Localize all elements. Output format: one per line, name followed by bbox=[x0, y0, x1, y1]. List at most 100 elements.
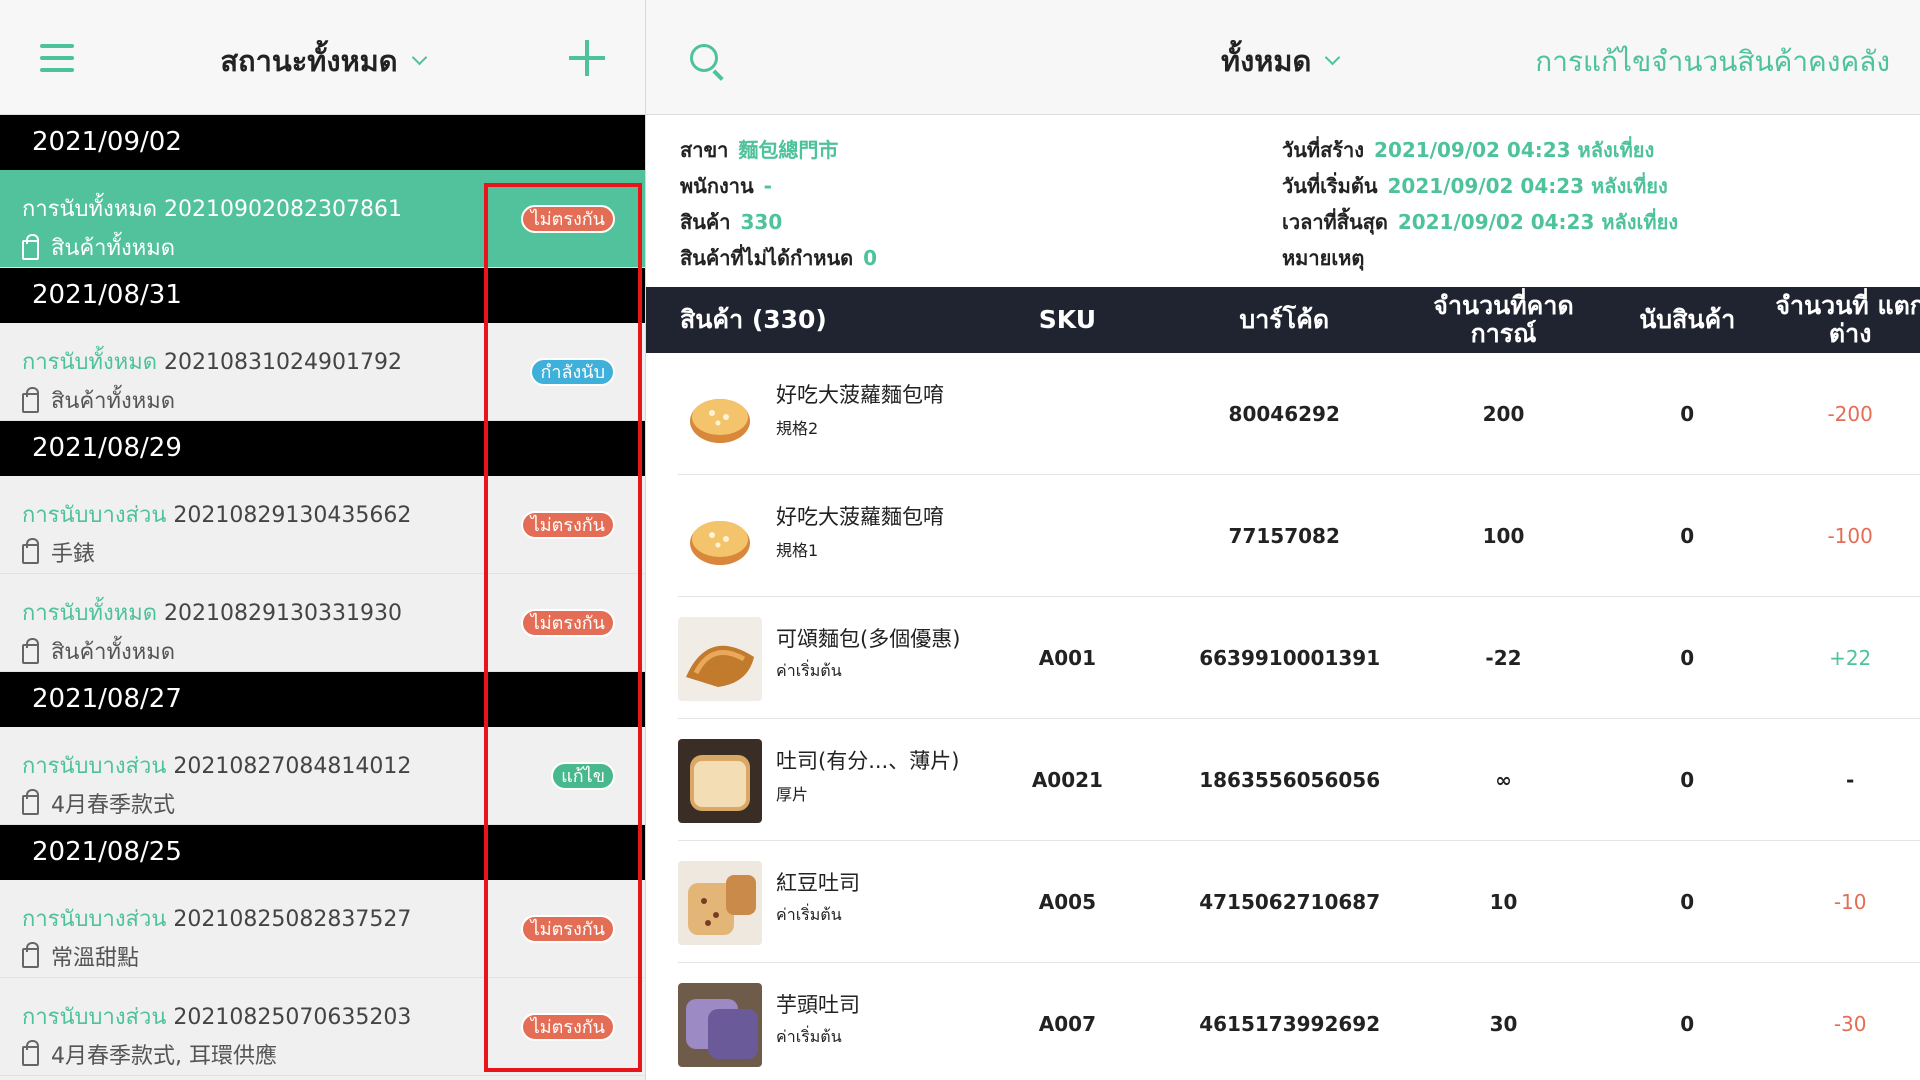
chevron-down-icon bbox=[411, 49, 427, 66]
staff-info: พนักงาน - bbox=[680, 174, 772, 198]
cell-expected: -22 bbox=[1485, 646, 1522, 670]
cell-barcode: 80046292 bbox=[1228, 402, 1340, 426]
record-id: 20210829130331930 bbox=[164, 601, 402, 626]
shopping-bag-icon bbox=[22, 1040, 39, 1066]
status-badge: ไม่ตรงกัน bbox=[520, 1013, 615, 1041]
product-count-info: สินค้า 330 bbox=[680, 210, 783, 234]
stocktake-list-panel: สถานะทั้งหมด 2021/09/02 การนับทั้งหมด 202… bbox=[0, 0, 646, 1080]
record-kind: การนับบางส่วน bbox=[22, 907, 167, 932]
record-kind: การนับบางส่วน bbox=[22, 1005, 167, 1030]
list-header: สถานะทั้งหมด bbox=[0, 0, 645, 115]
stocktake-detail-panel: ทั้งหมด การแก้ไขจำนวนสินค้าคงคลัง สาขา 麵包… bbox=[646, 0, 1920, 1080]
add-icon[interactable] bbox=[569, 40, 605, 76]
stocktake-record[interactable]: การนับทั้งหมด 20210829130331930 สินค้าทั้… bbox=[0, 574, 645, 672]
shopping-bag-icon bbox=[22, 942, 39, 968]
product-image bbox=[678, 495, 762, 579]
cell-expected: 10 bbox=[1489, 890, 1518, 914]
record-id: 20210827084814012 bbox=[173, 754, 412, 779]
cell-expected: ∞ bbox=[1495, 768, 1512, 792]
cell-counted: 0 bbox=[1680, 768, 1695, 792]
record-kind: การนับทั้งหมด bbox=[22, 601, 158, 626]
table-row[interactable]: 好吃大菠蘿麵包唷 規格1 77157082 100 0 -100 bbox=[646, 475, 1920, 597]
status-badge: ไม่ตรงกัน bbox=[520, 205, 615, 233]
status-badge: ไม่ตรงกัน bbox=[520, 915, 615, 943]
stocktake-info: สาขา 麵包總門市 พนักงาน - สินค้า 330 สินค้าที่ไม… bbox=[646, 115, 1920, 287]
record-id: 20210831024901792 bbox=[164, 350, 402, 375]
stocktake-record[interactable]: การนับบางส่วน 20210825082837527 常溫甜點 ไม่ตร… bbox=[0, 880, 645, 978]
table-row[interactable]: 芋頭吐司 ค่าเริ่มต้น A007 4615173992692 30 0 -30 bbox=[646, 963, 1920, 1080]
date-group-header: 2021/08/25 bbox=[0, 825, 645, 880]
record-scope: 手錶 bbox=[51, 542, 96, 567]
cell-counted: 0 bbox=[1680, 524, 1695, 548]
cell-counted: 0 bbox=[1680, 402, 1695, 426]
stocktake-record[interactable]: การนับบางส่วน 20210827084814012 4月春季款式 แก้… bbox=[0, 727, 645, 825]
stocktake-record[interactable]: การนับทั้งหมด 20210902082307861 สินค้าทั้… bbox=[0, 170, 645, 268]
status-badge: ไม่ตรงกัน bbox=[520, 511, 615, 539]
detail-header: ทั้งหมด การแก้ไขจำนวนสินค้าคงคลัง bbox=[646, 0, 1920, 115]
stocktake-record[interactable]: การนับบางส่วน 20210829130435662 手錶 ไม่ตรงก… bbox=[0, 476, 645, 574]
record-id: 20210829130435662 bbox=[173, 503, 412, 528]
record-scope: 4月春季款式 bbox=[51, 793, 175, 818]
record-scope-row: สินค้าทั้งหมด bbox=[22, 383, 645, 418]
record-id: 20210825070635203 bbox=[173, 1005, 412, 1030]
col-expected: จำนวนที่คาด การณ์ bbox=[1433, 291, 1574, 348]
date-group-header: 2021/08/29 bbox=[0, 421, 645, 476]
cell-barcode: 77157082 bbox=[1228, 524, 1340, 548]
cell-sku bbox=[982, 475, 1152, 597]
col-product[interactable]: สินค้า (330) bbox=[680, 287, 1000, 353]
record-kind: การนับทั้งหมด bbox=[22, 197, 158, 222]
note-info: หมายเหตุ bbox=[1282, 246, 1365, 270]
status-badge: ไม่ตรงกัน bbox=[520, 609, 615, 637]
status-filter-label: สถานะทั้งหมด bbox=[220, 44, 398, 78]
record-scope-row: 4月春季款式, 耳環供應 bbox=[22, 1038, 645, 1070]
end-info: เวลาที่สิ้นสุด 2021/09/02 04:23 หลังเที่ย… bbox=[1282, 210, 1679, 234]
inventory-adjustment-link[interactable]: การแก้ไขจำนวนสินค้าคงคลัง bbox=[1535, 40, 1890, 84]
created-info: วันที่สร้าง 2021/09/02 04:23 หลังเที่ยง bbox=[1282, 138, 1655, 162]
record-scope: สินค้าทั้งหมด bbox=[51, 389, 176, 414]
branch-info: สาขา 麵包總門市 bbox=[680, 138, 839, 162]
product-name: 芋頭吐司 bbox=[776, 993, 860, 1017]
cell-difference: -10 bbox=[1833, 890, 1867, 914]
record-id: 20210902082307861 bbox=[164, 197, 402, 222]
date-group-header: 2021/09/02 bbox=[0, 115, 645, 170]
date-group-header: 2021/08/31 bbox=[0, 268, 645, 323]
product-image bbox=[678, 373, 762, 457]
table-row[interactable]: 吐司(有分...、薄片) 厚片 A0021 1863556056056 ∞ 0 - bbox=[646, 719, 1920, 841]
shopping-bag-icon bbox=[22, 637, 39, 664]
start-info: วันที่เริ่มต้น 2021/09/02 04:23 หลังเที่ย… bbox=[1282, 174, 1668, 198]
table-row[interactable]: 可頌麵包(多個優惠) ค่าเริ่มต้น A001 6639910001391 -2… bbox=[646, 597, 1920, 719]
cell-difference: - bbox=[1846, 768, 1855, 792]
cell-counted: 0 bbox=[1680, 890, 1695, 914]
record-scope-row: 常溫甜點 bbox=[22, 940, 645, 972]
cell-barcode: 1863556056056 bbox=[1199, 768, 1381, 792]
record-kind: การนับบางส่วน bbox=[22, 754, 167, 779]
shopping-bag-icon bbox=[22, 538, 39, 564]
product-name: 好吃大菠蘿麵包唷 bbox=[776, 383, 944, 407]
stocktake-list: 2021/09/02 การนับทั้งหมด 2021090208230786… bbox=[0, 115, 645, 1076]
cell-expected: 30 bbox=[1489, 1012, 1518, 1036]
stocktake-record[interactable]: การนับบางส่วน 20210825070635203 4月春季款式, 耳… bbox=[0, 978, 645, 1076]
stocktake-record[interactable]: การนับทั้งหมด 20210831024901792 สินค้าทั้… bbox=[0, 323, 645, 421]
col-difference: จำนวนที่ แตกต่าง bbox=[1775, 291, 1920, 348]
product-variant: ค่าเริ่มต้น bbox=[776, 661, 842, 680]
shopping-bag-icon bbox=[22, 386, 39, 413]
product-name: 紅豆吐司 bbox=[776, 871, 860, 895]
record-scope-row: 4月春季款式 bbox=[22, 787, 645, 819]
product-variant: ค่าเริ่มต้น bbox=[776, 905, 842, 924]
table-row[interactable]: 紅豆吐司 ค่าเริ่มต้น A005 4715062710687 10 0 -10 bbox=[646, 841, 1920, 963]
record-kind: การนับบางส่วน bbox=[22, 503, 167, 528]
product-name: 可頌麵包(多個優惠) bbox=[776, 627, 961, 651]
col-counted: นับสินค้า bbox=[1639, 305, 1736, 334]
table-row[interactable]: 好吃大菠蘿麵包唷 規格2 80046292 200 0 -200 bbox=[646, 353, 1920, 475]
product-image bbox=[678, 983, 762, 1067]
cell-barcode: 4615173992692 bbox=[1199, 1012, 1381, 1036]
cell-difference: -100 bbox=[1827, 524, 1873, 548]
cell-difference: -200 bbox=[1827, 402, 1873, 426]
search-icon[interactable] bbox=[690, 44, 718, 72]
status-filter-dropdown[interactable]: สถานะทั้งหมด bbox=[0, 38, 645, 84]
product-variant: 規格2 bbox=[776, 419, 819, 438]
record-scope: 常溫甜點 bbox=[51, 946, 140, 971]
cell-sku: A0021 bbox=[1031, 768, 1103, 792]
product-image bbox=[678, 861, 762, 945]
product-filter-dropdown[interactable]: ทั้งหมด bbox=[1221, 38, 1341, 84]
